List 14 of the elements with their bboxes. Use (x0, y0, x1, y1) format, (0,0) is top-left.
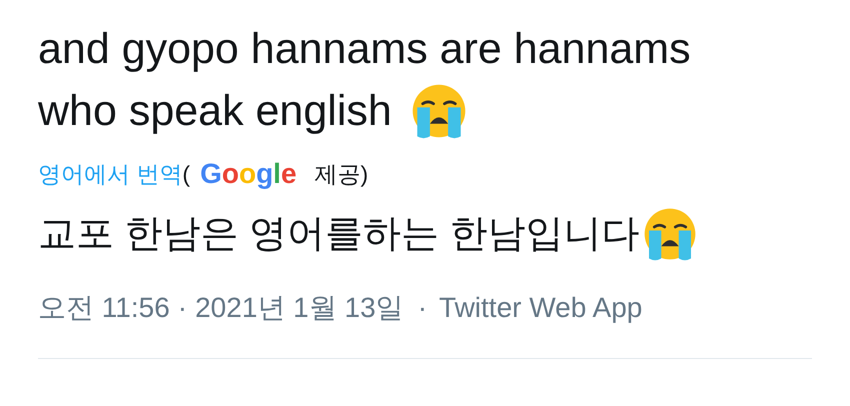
provided-text: 제공) (314, 160, 368, 189)
google-logo: Google (200, 158, 297, 190)
separator-dot: · (418, 291, 428, 325)
crying-emoji-icon (410, 82, 468, 140)
tweet-source: Twitter Web App (439, 291, 642, 325)
translate-link[interactable]: 영어에서 번역 (38, 158, 182, 190)
tweet-time: 오전 11:56 (38, 291, 170, 325)
paren-text: ( (182, 160, 190, 189)
tweet-text: who speak english (38, 86, 392, 137)
separator-dot: · (178, 291, 188, 325)
translated-text: 교포 한남은 영어를하는 한남입니다 (38, 212, 640, 257)
tweet-date: 2021년 1월 13일 (195, 291, 404, 325)
tweet-text: and gyopo hannams are hannams (38, 24, 691, 75)
crying-emoji-icon (642, 206, 698, 262)
